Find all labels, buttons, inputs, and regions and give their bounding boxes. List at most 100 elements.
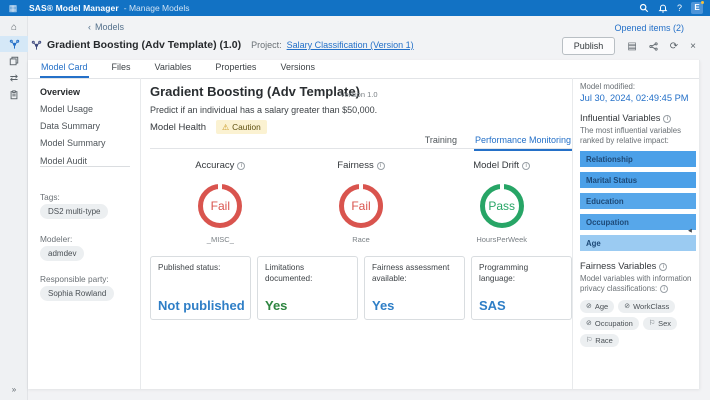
right-panel: Model modified: Jul 30, 2024, 02:49:45 P… bbox=[580, 60, 696, 347]
privacy-restricted-icon: ⊘ bbox=[586, 302, 592, 310]
compare-icon: ⇄ bbox=[10, 73, 18, 84]
gauge-ring: Fail bbox=[339, 184, 383, 228]
card-programming-language: Programming language: SAS bbox=[471, 256, 572, 320]
chevron-left-icon: ‹ bbox=[88, 22, 91, 32]
tags-label: Tags: bbox=[40, 192, 60, 202]
influential-variables-title: Influential Variablesi bbox=[580, 113, 696, 123]
refresh-button[interactable]: ⟳ bbox=[670, 41, 678, 52]
rail-home-button[interactable]: ⌂ bbox=[0, 19, 28, 35]
influential-bar: Marital Status bbox=[580, 172, 696, 188]
gauge-result: Fail bbox=[211, 199, 230, 213]
rail-compare-button[interactable]: ⇄ bbox=[0, 70, 28, 86]
privacy-restricted-icon: ⊘ bbox=[586, 319, 592, 327]
tab-files[interactable]: Files bbox=[111, 59, 132, 78]
user-avatar[interactable]: E bbox=[691, 2, 703, 14]
model-version: Version 1.0 bbox=[340, 90, 378, 99]
left-rail: ⌂ ⇄ » bbox=[0, 16, 28, 400]
card-published-status: Published status: Not published bbox=[150, 256, 251, 320]
gauge-variable: _MISC_ bbox=[150, 235, 291, 244]
warning-icon: ⚠ bbox=[222, 123, 229, 132]
model-detail-card: Model Card Files Variables Properties Ve… bbox=[28, 60, 700, 389]
gauge-variable: HoursPerWeek bbox=[431, 235, 572, 244]
chip-label: Sex bbox=[658, 319, 671, 328]
help-button[interactable]: ? bbox=[677, 3, 682, 13]
modeler-chip: admdev bbox=[40, 246, 84, 261]
card-label: Limitations documented: bbox=[265, 263, 350, 284]
opened-items-link[interactable]: Opened items (2) bbox=[614, 23, 684, 33]
breadcrumb-back-link[interactable]: ‹ Models bbox=[88, 22, 124, 32]
gauge-accuracy-title: Accuracy bbox=[195, 160, 234, 171]
chip-label: WorkClass bbox=[633, 302, 669, 311]
subnav-model-summary[interactable]: Model Summary bbox=[40, 137, 106, 149]
bell-icon bbox=[658, 3, 668, 13]
influential-bar: Age bbox=[580, 235, 696, 251]
chip-label: Age bbox=[595, 302, 608, 311]
influential-bar: Relationship bbox=[580, 151, 696, 167]
fairness-chip-race: ⚐Race bbox=[580, 334, 619, 347]
app-bar: ▦ SAS® Model Manager - Manage Models ? E bbox=[0, 0, 710, 16]
privacy-flag-icon: ⚐ bbox=[649, 319, 655, 327]
rail-tasks-button[interactable] bbox=[0, 87, 28, 103]
info-icon[interactable]: i bbox=[237, 162, 245, 170]
fairness-variables-title: Fairness Variablesi bbox=[580, 261, 696, 271]
champion-model-icon bbox=[31, 40, 42, 51]
subnav-model-usage[interactable]: Model Usage bbox=[40, 103, 93, 115]
modified-label: Model modified: bbox=[580, 82, 696, 91]
monitor-divider bbox=[150, 148, 572, 149]
rail-collapse-button[interactable]: » bbox=[0, 385, 28, 394]
info-icon[interactable]: i bbox=[522, 162, 530, 170]
model-name: Gradient Boosting (Adv Template) bbox=[150, 84, 360, 99]
gauge-accuracy: Accuracyi Fail _MISC_ bbox=[150, 155, 291, 244]
search-button[interactable] bbox=[639, 3, 649, 13]
responsible-party-label: Responsible party: bbox=[40, 274, 109, 284]
panel-resize-handle[interactable]: ◀ bbox=[688, 228, 692, 234]
fairness-chip-sex: ⚐Sex bbox=[643, 317, 677, 330]
gauge-fairness-title: Fairness bbox=[337, 160, 373, 171]
fairness-variable-chips: ⊘Age ⊘WorkClass ⊘Occupation ⚐Sex ⚐Race bbox=[580, 300, 696, 347]
info-icon[interactable]: i bbox=[377, 162, 385, 170]
subnav-overview[interactable]: Overview bbox=[40, 86, 80, 98]
help-icon: ? bbox=[677, 3, 682, 13]
app-bar-actions: ? E bbox=[639, 2, 710, 14]
tab-versions[interactable]: Versions bbox=[279, 59, 316, 78]
app-switcher-button[interactable]: ▦ bbox=[0, 0, 26, 16]
rail-projects-button[interactable] bbox=[0, 53, 28, 69]
close-button[interactable]: × bbox=[690, 41, 696, 52]
gauge-result: Fail bbox=[351, 199, 370, 213]
gauge-ring: Pass bbox=[480, 184, 524, 228]
copy-icon bbox=[9, 56, 19, 66]
health-status-text: Caution bbox=[232, 122, 261, 132]
privacy-restricted-icon: ⊘ bbox=[624, 302, 630, 310]
model-card-subnav: Overview Model Usage Data Summary Model … bbox=[40, 86, 136, 172]
gauge-ring: Fail bbox=[198, 184, 242, 228]
fairness-variables-text: Fairness Variables bbox=[580, 261, 656, 271]
modeler-label: Modeler: bbox=[40, 234, 72, 244]
gauge-variable: Race bbox=[291, 235, 432, 244]
rail-models-button[interactable] bbox=[0, 36, 28, 52]
influential-bar: Education bbox=[580, 193, 696, 209]
tab-variables[interactable]: Variables bbox=[154, 59, 193, 78]
close-icon: × bbox=[690, 41, 696, 52]
model-tabs: Model Card Files Variables Properties Ve… bbox=[40, 60, 316, 78]
subnav-model-audit[interactable]: Model Audit bbox=[40, 155, 87, 167]
project-link[interactable]: Salary Classification (Version 1) bbox=[287, 40, 414, 50]
notifications-button[interactable] bbox=[658, 3, 668, 13]
info-icon[interactable]: i bbox=[663, 115, 671, 123]
tab-properties[interactable]: Properties bbox=[214, 59, 257, 78]
influential-variables-text: Influential Variables bbox=[580, 113, 660, 123]
info-icon[interactable]: i bbox=[660, 285, 668, 293]
chevron-handle-icon: ◀ bbox=[688, 228, 692, 234]
card-label: Published status: bbox=[158, 263, 243, 274]
report-button[interactable]: ▤ bbox=[627, 41, 636, 52]
share-button[interactable] bbox=[649, 42, 658, 51]
publish-button[interactable]: Publish bbox=[562, 37, 616, 55]
project-label: Project: bbox=[251, 40, 282, 50]
subnav-data-summary[interactable]: Data Summary bbox=[40, 120, 100, 132]
fairness-variables-desc: Model variables with information privacy… bbox=[580, 274, 696, 294]
info-icon[interactable]: i bbox=[659, 263, 667, 271]
home-icon: ⌂ bbox=[11, 22, 17, 33]
summary-cards: Published status: Not published Limitati… bbox=[150, 256, 572, 320]
model-health-label: Model Health bbox=[150, 122, 206, 133]
tab-model-card[interactable]: Model Card bbox=[40, 59, 89, 78]
title-row: Gradient Boosting (Adv Template) (1.0) P… bbox=[31, 39, 414, 51]
